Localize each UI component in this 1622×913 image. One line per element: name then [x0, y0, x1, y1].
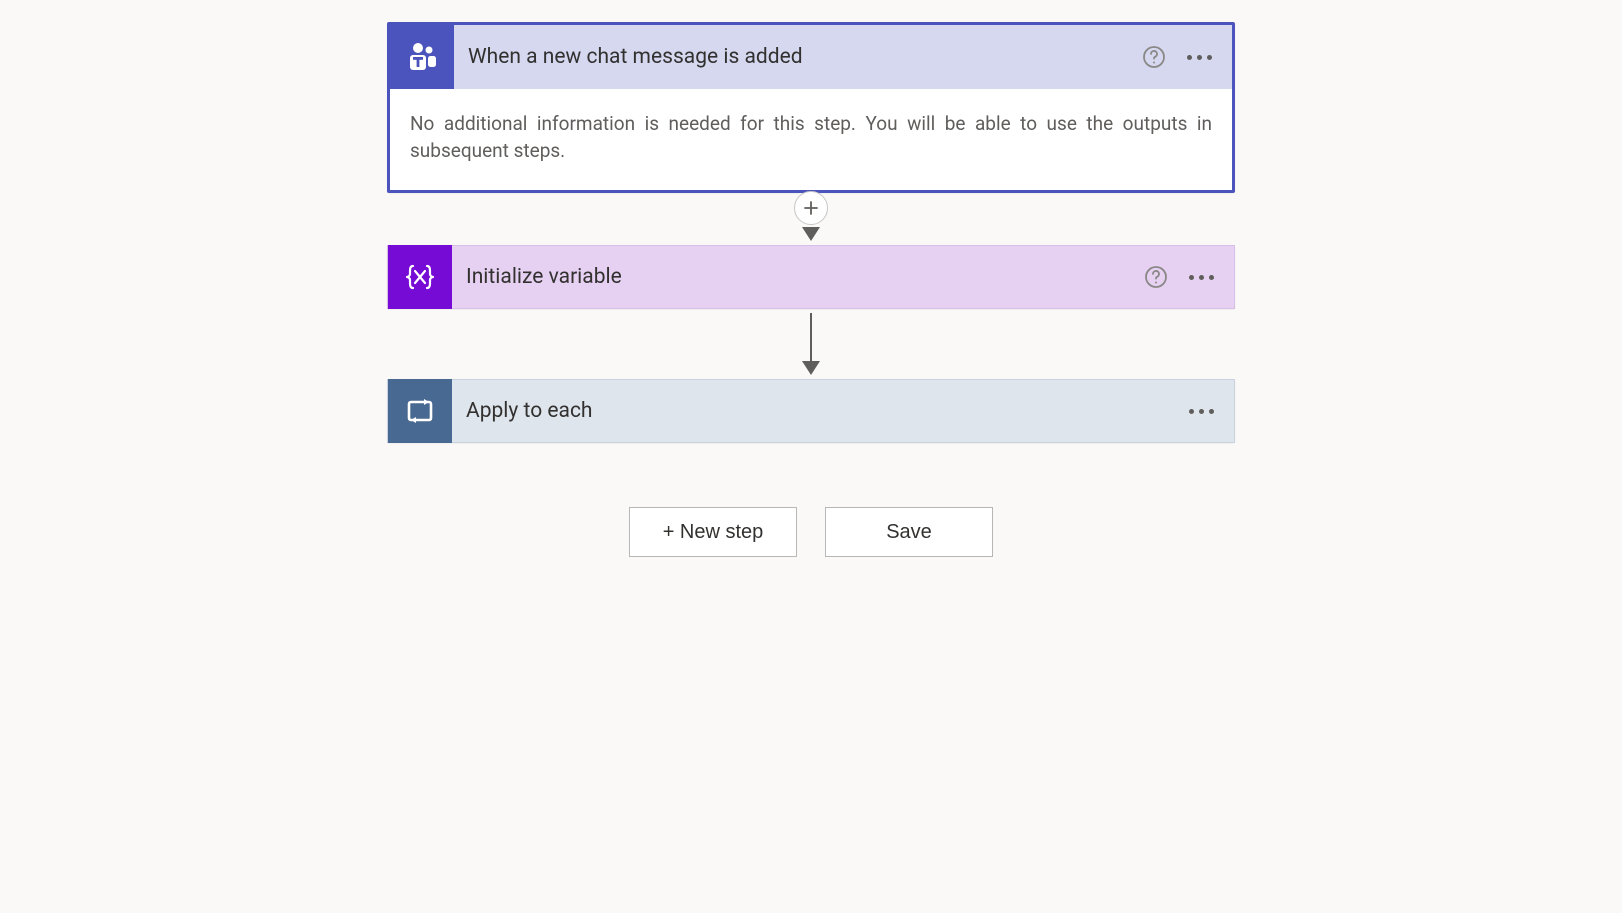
more-icon[interactable]	[1184, 55, 1214, 60]
initialize-variable-card[interactable]: Initialize variable	[387, 245, 1235, 309]
loop-icon	[388, 379, 452, 443]
help-icon[interactable]	[1144, 265, 1168, 289]
trigger-title: When a new chat message is added	[454, 45, 1142, 69]
variable-icon	[388, 245, 452, 309]
more-icon[interactable]	[1186, 409, 1216, 414]
initialize-variable-title: Initialize variable	[452, 265, 1144, 289]
flow-canvas: When a new chat message is added No addi…	[0, 0, 1622, 557]
bottom-button-row: + New step Save	[629, 507, 993, 557]
trigger-card[interactable]: When a new chat message is added No addi…	[387, 22, 1235, 193]
trigger-header[interactable]: When a new chat message is added	[390, 25, 1232, 89]
save-button[interactable]: Save	[825, 507, 993, 557]
apply-to-each-header[interactable]: Apply to each	[387, 379, 1235, 443]
connector	[802, 309, 820, 375]
arrow-down-icon	[802, 227, 820, 241]
trigger-body: No additional information is needed for …	[390, 89, 1232, 190]
arrow-down-icon	[802, 361, 820, 375]
connector-line	[810, 313, 812, 363]
more-icon[interactable]	[1186, 275, 1216, 280]
apply-to-each-title: Apply to each	[452, 399, 1186, 423]
connector-add	[794, 193, 828, 241]
new-step-button[interactable]: + New step	[629, 507, 797, 557]
apply-to-each-card[interactable]: Apply to each	[387, 379, 1235, 443]
initialize-variable-header[interactable]: Initialize variable	[387, 245, 1235, 309]
add-step-button[interactable]	[794, 191, 828, 225]
help-icon[interactable]	[1142, 45, 1166, 69]
teams-icon	[390, 25, 454, 89]
